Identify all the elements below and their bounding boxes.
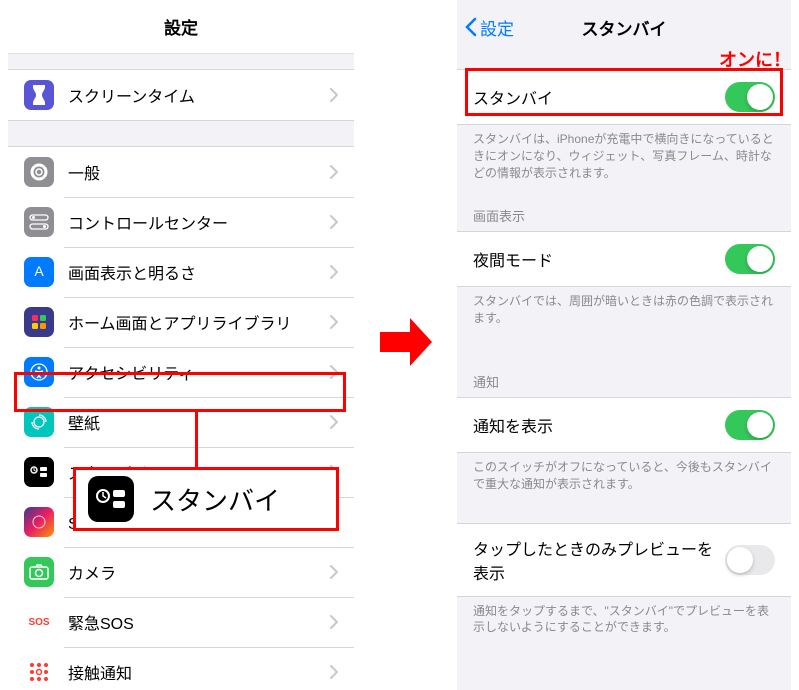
row-label: コントロールセンター <box>68 210 330 234</box>
tap-preview-toggle[interactable] <box>725 545 775 575</box>
toggle-knob <box>727 547 753 573</box>
brightness-icon: A <box>24 257 54 287</box>
chevron-right-icon <box>330 265 338 279</box>
chevron-right-icon <box>330 365 338 379</box>
nav-title: スタンバイ <box>582 15 667 40</box>
night-mode-toggle[interactable] <box>725 244 775 274</box>
settings-main-screen: 設定 スクリーンタイム 一般 <box>8 0 354 690</box>
chevron-right-icon <box>330 88 338 102</box>
row-tap-preview[interactable]: タップしたときのみプレビューを表示 <box>457 524 791 596</box>
highlight-connector <box>195 411 198 471</box>
row-label: 緊急SOS <box>68 610 330 634</box>
row-label: タップしたときのみプレビューを表示 <box>473 536 725 584</box>
group-footer: スタンバイは、iPhoneが充電中で横向きになっているときにオンになり、ウィジェ… <box>457 125 791 181</box>
standby-group-3: 通知を表示 <box>457 397 791 453</box>
row-label: 一般 <box>68 160 330 184</box>
sos-icon: SOS <box>24 607 54 637</box>
group-footer: スタンバイでは、周囲が暗いときは赤の色調で表示されます。 <box>457 287 791 327</box>
chevron-right-icon <box>330 415 338 429</box>
row-show-notifications[interactable]: 通知を表示 <box>457 398 791 452</box>
row-label: 画面表示と明るさ <box>68 260 330 284</box>
back-label: 設定 <box>480 15 514 40</box>
standby-content: スタンバイ スタンバイは、iPhoneが充電中で横向きになっているときにオンにな… <box>457 69 791 636</box>
switches-icon <box>24 207 54 237</box>
camera-icon <box>24 557 54 587</box>
row-control-center[interactable]: コントロールセンター <box>8 197 354 247</box>
chevron-right-icon <box>330 215 338 229</box>
chevron-right-icon <box>330 565 338 579</box>
row-label: ホーム画面とアプリライブラリ <box>68 310 330 334</box>
standby-icon <box>24 457 54 487</box>
notifications-toggle[interactable] <box>725 410 775 440</box>
row-wallpaper[interactable]: 壁紙 <box>8 397 354 447</box>
row-label: 接触通知 <box>68 660 330 684</box>
row-accessibility[interactable]: アクセシビリティ <box>8 347 354 397</box>
group-header-display: 画面表示 <box>457 206 791 231</box>
row-label: アクセシビリティ <box>68 360 330 384</box>
chevron-right-icon <box>330 165 338 179</box>
home-icon <box>24 307 54 337</box>
arrow-icon <box>378 314 434 370</box>
chevron-right-icon <box>330 315 338 329</box>
standby-toggle[interactable] <box>725 82 775 112</box>
row-standby-toggle[interactable]: スタンバイ <box>457 70 791 124</box>
row-home-screen[interactable]: ホーム画面とアプリライブラリ <box>8 297 354 347</box>
gear-icon <box>24 157 54 187</box>
standby-group-4: タップしたときのみプレビューを表示 <box>457 523 791 597</box>
row-display[interactable]: A 画面表示と明るさ <box>8 247 354 297</box>
row-sos[interactable]: SOS 緊急SOS <box>8 597 354 647</box>
svg-text:A: A <box>34 263 44 279</box>
row-general[interactable]: 一般 <box>8 147 354 197</box>
row-label: スタンバイ <box>473 85 725 109</box>
standby-group-1: スタンバイ <box>457 69 791 125</box>
exposure-icon <box>24 657 54 687</box>
row-screen-time[interactable]: スクリーンタイム <box>8 70 354 120</box>
wallpaper-icon <box>24 407 54 437</box>
row-label: 壁紙 <box>68 410 330 434</box>
toggle-knob <box>747 412 773 438</box>
group-header-notifications: 通知 <box>457 372 791 397</box>
annotation-on: オンに！ <box>719 46 791 72</box>
row-exposure[interactable]: 接触通知 <box>8 647 354 690</box>
standby-settings-screen: 設定 スタンバイ スタンバイ スタンバイは、iPhoneが充電中で横向きになって… <box>457 0 791 690</box>
back-button[interactable]: 設定 <box>465 15 514 40</box>
enlarged-callout: スタンバイ <box>73 467 339 531</box>
row-camera[interactable]: カメラ <box>8 547 354 597</box>
toggle-knob <box>747 246 773 272</box>
chevron-right-icon <box>330 615 338 629</box>
hourglass-icon <box>24 80 54 110</box>
row-label: 夜間モード <box>473 247 725 271</box>
group-footer: 通知をタップするまで、"スタンバイ"でプレビューを表示しないようにすることができ… <box>457 597 791 637</box>
row-label: スクリーンタイム <box>68 83 330 107</box>
row-night-mode[interactable]: 夜間モード <box>457 232 791 286</box>
toggle-knob <box>747 84 773 110</box>
siri-icon <box>24 507 54 537</box>
chevron-left-icon <box>465 17 477 37</box>
settings-group-2: 一般 コントロールセンター A 画面表示と明るさ <box>8 146 354 690</box>
standby-icon <box>88 476 134 522</box>
accessibility-icon <box>24 357 54 387</box>
settings-group-1: スクリーンタイム <box>8 69 354 121</box>
settings-list: スクリーンタイム 一般 コントロールセンター A <box>8 69 354 690</box>
chevron-right-icon <box>330 665 338 679</box>
enlarged-label: スタンバイ <box>150 481 280 518</box>
nav-bar: 設定 <box>8 0 354 54</box>
group-footer: このスイッチがオフになっていると、今後もスタンバイで重大な通知が表示されます。 <box>457 453 791 493</box>
nav-title: 設定 <box>164 14 198 39</box>
row-label: 通知を表示 <box>473 413 725 437</box>
row-label: カメラ <box>68 560 330 584</box>
standby-group-2: 夜間モード <box>457 231 791 287</box>
